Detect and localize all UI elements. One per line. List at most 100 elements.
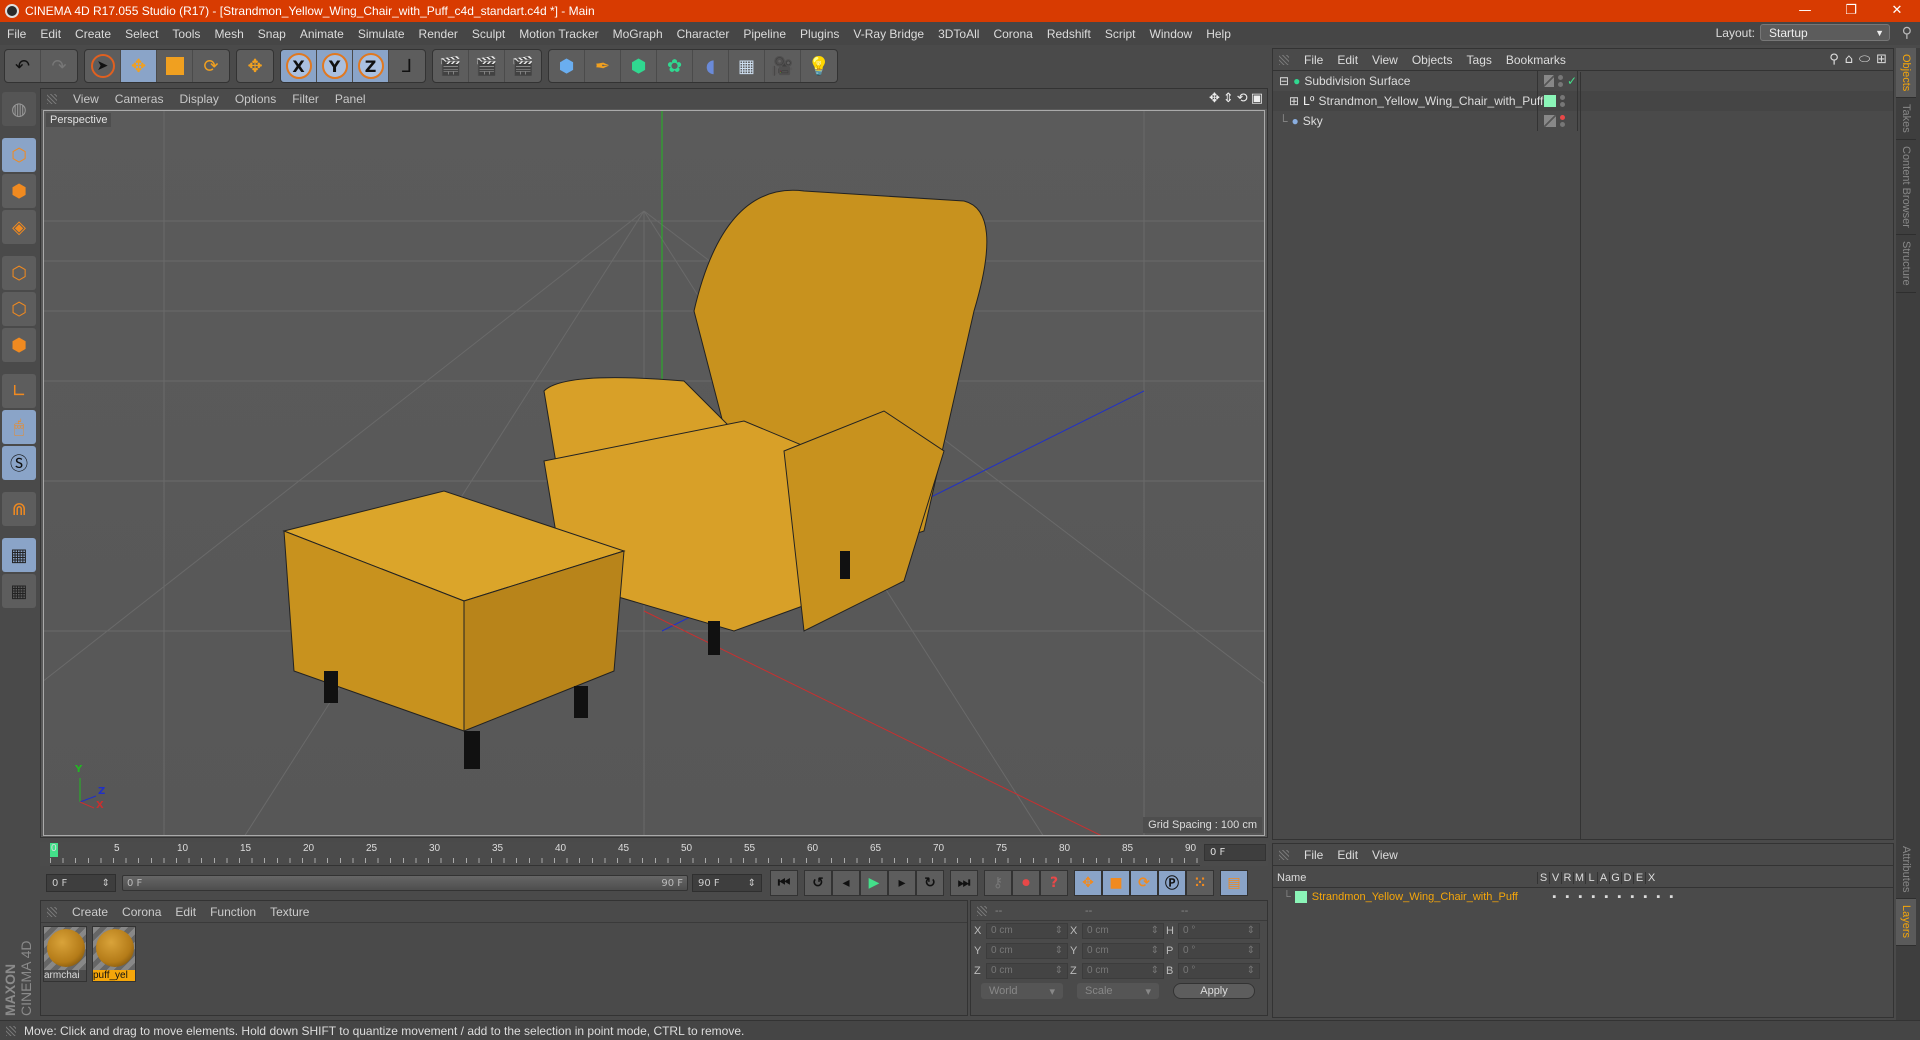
coordinate-system-button[interactable]: ⅃ <box>389 50 425 82</box>
menu-edit[interactable]: Edit <box>33 27 68 41</box>
material-menu-create[interactable]: Create <box>65 905 115 919</box>
menu-render[interactable]: Render <box>412 27 465 41</box>
menu-character[interactable]: Character <box>670 27 737 41</box>
layer-color-swatch[interactable] <box>1294 891 1307 903</box>
snap-button[interactable]: ⋒ <box>2 492 36 526</box>
layout-dropdown[interactable]: Startup ▼ <box>1760 24 1890 41</box>
grip-handle[interactable] <box>1279 54 1289 65</box>
layer-column-s[interactable]: S <box>1537 871 1549 884</box>
add-spline-pen-button[interactable]: ✒ <box>585 50 621 82</box>
grip-handle[interactable] <box>47 906 57 917</box>
menu-corona[interactable]: Corona <box>986 27 1039 41</box>
edges-mode-button[interactable]: ⬡ <box>2 292 36 326</box>
search-icon[interactable]: ⚲ <box>1829 52 1839 67</box>
add-floor-button[interactable]: ▦ <box>729 50 765 82</box>
material-swatch[interactable]: armchai <box>43 926 87 982</box>
next-key-button[interactable]: ↻ <box>916 870 944 896</box>
layer-menu-view[interactable]: View <box>1365 848 1405 862</box>
key-position-button[interactable]: ✥ <box>1074 870 1102 896</box>
viewport-menu-filter[interactable]: Filter <box>284 92 327 106</box>
go-to-end-button[interactable]: ⏭ <box>950 870 978 896</box>
polygons-mode-button[interactable]: ⬢ <box>2 328 36 362</box>
menu-redshift[interactable]: Redshift <box>1040 27 1098 41</box>
coordinate-mode-dropdown[interactable]: World ▾ <box>981 983 1063 999</box>
new-window-icon[interactable]: ⊞ <box>1876 52 1887 67</box>
live-selection-button[interactable]: ➤ <box>85 50 121 82</box>
add-camera-button[interactable]: 🎥 <box>765 50 801 82</box>
object-row[interactable]: ⊟ ● Subdivision Surface ✓ <box>1273 71 1893 91</box>
layer-column-m[interactable]: M <box>1573 871 1585 884</box>
timeline[interactable]: 0 5 10 15 20 25 30 35 40 45 50 55 60 65 70 75 80 85 90 0 F <box>40 842 1268 866</box>
layer-column-name[interactable]: Name <box>1273 872 1537 884</box>
add-cube-button[interactable]: ⬢ <box>549 50 585 82</box>
rotate-tool-button[interactable]: ⟳ <box>193 50 229 82</box>
frame-range-slider[interactable]: 0 F 90 F <box>122 875 688 891</box>
add-subdivision-surface-button[interactable]: ⬢ <box>621 50 657 82</box>
timeline-ruler[interactable]: 0 5 10 15 20 25 30 35 40 45 50 55 60 65 70 75 80 85 90 <box>50 842 1200 866</box>
visibility-eye-icon[interactable]: ▪ <box>1561 891 1574 903</box>
xref-icon[interactable]: ▪ <box>1665 891 1678 903</box>
viewport-menu-panel[interactable]: Panel <box>327 92 374 106</box>
go-to-start-button[interactable]: ⏮ <box>770 870 798 896</box>
material-swatch[interactable]: puff_yel <box>92 926 136 982</box>
play-button[interactable]: ▶ <box>860 870 888 896</box>
key-rotation-button[interactable]: ⟳ <box>1130 870 1158 896</box>
z-axis-lock-button[interactable]: Z <box>353 50 389 82</box>
object-name[interactable]: Sky <box>1303 114 1323 128</box>
layer-color-swatch[interactable] <box>1544 95 1556 107</box>
layer-menu-file[interactable]: File <box>1297 848 1330 862</box>
move-tool-button[interactable]: ✥ <box>121 50 157 82</box>
menu-sculpt[interactable]: Sculpt <box>465 27 512 41</box>
menu-window[interactable]: Window <box>1143 27 1200 41</box>
object-menu-bookmarks[interactable]: Bookmarks <box>1499 53 1573 67</box>
viewport-menu-display[interactable]: Display <box>171 92 226 106</box>
transform-mode-dropdown[interactable]: Scale ▾ <box>1077 983 1159 999</box>
toggle-layout-icon[interactable]: ▣ <box>1251 91 1263 106</box>
key-point-level-button[interactable]: ⁙ <box>1186 870 1214 896</box>
side-tab-takes[interactable]: Takes <box>1896 98 1916 141</box>
generator-icon[interactable]: ▪ <box>1626 891 1639 903</box>
timeline-window-button[interactable]: ▤ <box>1220 870 1248 896</box>
layer-column-a[interactable]: A <box>1597 871 1609 884</box>
menu-3dtoall[interactable]: 3DToAll <box>931 27 986 41</box>
display-tag-icon[interactable] <box>1544 75 1554 87</box>
position-field[interactable]: 0 cm ⇕ <box>986 943 1068 959</box>
render-visibility-dot[interactable] <box>1560 102 1565 107</box>
end-frame-field[interactable]: 90 F ⇕ <box>692 874 762 892</box>
side-tab-structure[interactable]: Structure <box>1896 235 1916 293</box>
menu-file[interactable]: File <box>0 27 33 41</box>
current-frame-field[interactable]: 0 F <box>1204 844 1266 861</box>
object-menu-objects[interactable]: Objects <box>1405 53 1460 67</box>
eye-icon[interactable]: ⬭ <box>1859 52 1870 67</box>
workplane-lock-button[interactable]: ▦ <box>2 538 36 572</box>
menu-v-ray-bridge[interactable]: V-Ray Bridge <box>846 27 931 41</box>
key-scale-button[interactable]: ■ <box>1102 870 1130 896</box>
viewport-menu-options[interactable]: Options <box>227 92 284 106</box>
3d-viewport[interactable]: Perspective Grid Spacing : 100 cm Y Z X <box>43 110 1265 836</box>
menu-plugins[interactable]: Plugins <box>793 27 846 41</box>
object-menu-tags[interactable]: Tags <box>1460 53 1499 67</box>
search-icon[interactable]: ⚲ <box>1902 25 1912 41</box>
layer-column-r[interactable]: R <box>1561 871 1573 884</box>
menu-create[interactable]: Create <box>68 27 118 41</box>
layer-row[interactable]: └ Strandmon_Yellow_Wing_Chair_with_Puff ▪ ▪… <box>1273 888 1893 906</box>
position-field[interactable]: 0 cm ⇕ <box>986 923 1068 939</box>
points-mode-button[interactable]: ⬡ <box>2 256 36 290</box>
object-row[interactable]: ⊞ L⁰ Strandmon_Yellow_Wing_Chair_with_Puff <box>1273 91 1893 111</box>
material-menu-corona[interactable]: Corona <box>115 905 168 919</box>
pan-view-icon[interactable]: ✥ <box>1209 91 1220 106</box>
keyframe-selection-button[interactable]: ? <box>1040 870 1068 896</box>
previous-frame-button[interactable]: ◂ <box>832 870 860 896</box>
add-light-button[interactable]: 💡 <box>801 50 837 82</box>
manager-hierarchy-icon[interactable]: ▪ <box>1587 891 1600 903</box>
menu-animate[interactable]: Animate <box>293 27 351 41</box>
menu-select[interactable]: Select <box>118 27 165 41</box>
visibility-toggle[interactable] <box>1560 115 1565 127</box>
texture-mode-button[interactable]: ⬢ <box>2 174 36 208</box>
layer-column-g[interactable]: G <box>1609 871 1621 884</box>
layer-name[interactable]: Strandmon_Yellow_Wing_Chair_with_Puff <box>1312 891 1548 903</box>
workplane-mode-button[interactable]: ◈ <box>2 210 36 244</box>
object-name[interactable]: Subdivision Surface <box>1304 74 1410 88</box>
solo-mode-button[interactable]: Ⓢ <box>2 446 36 480</box>
grip-handle[interactable] <box>977 905 987 916</box>
